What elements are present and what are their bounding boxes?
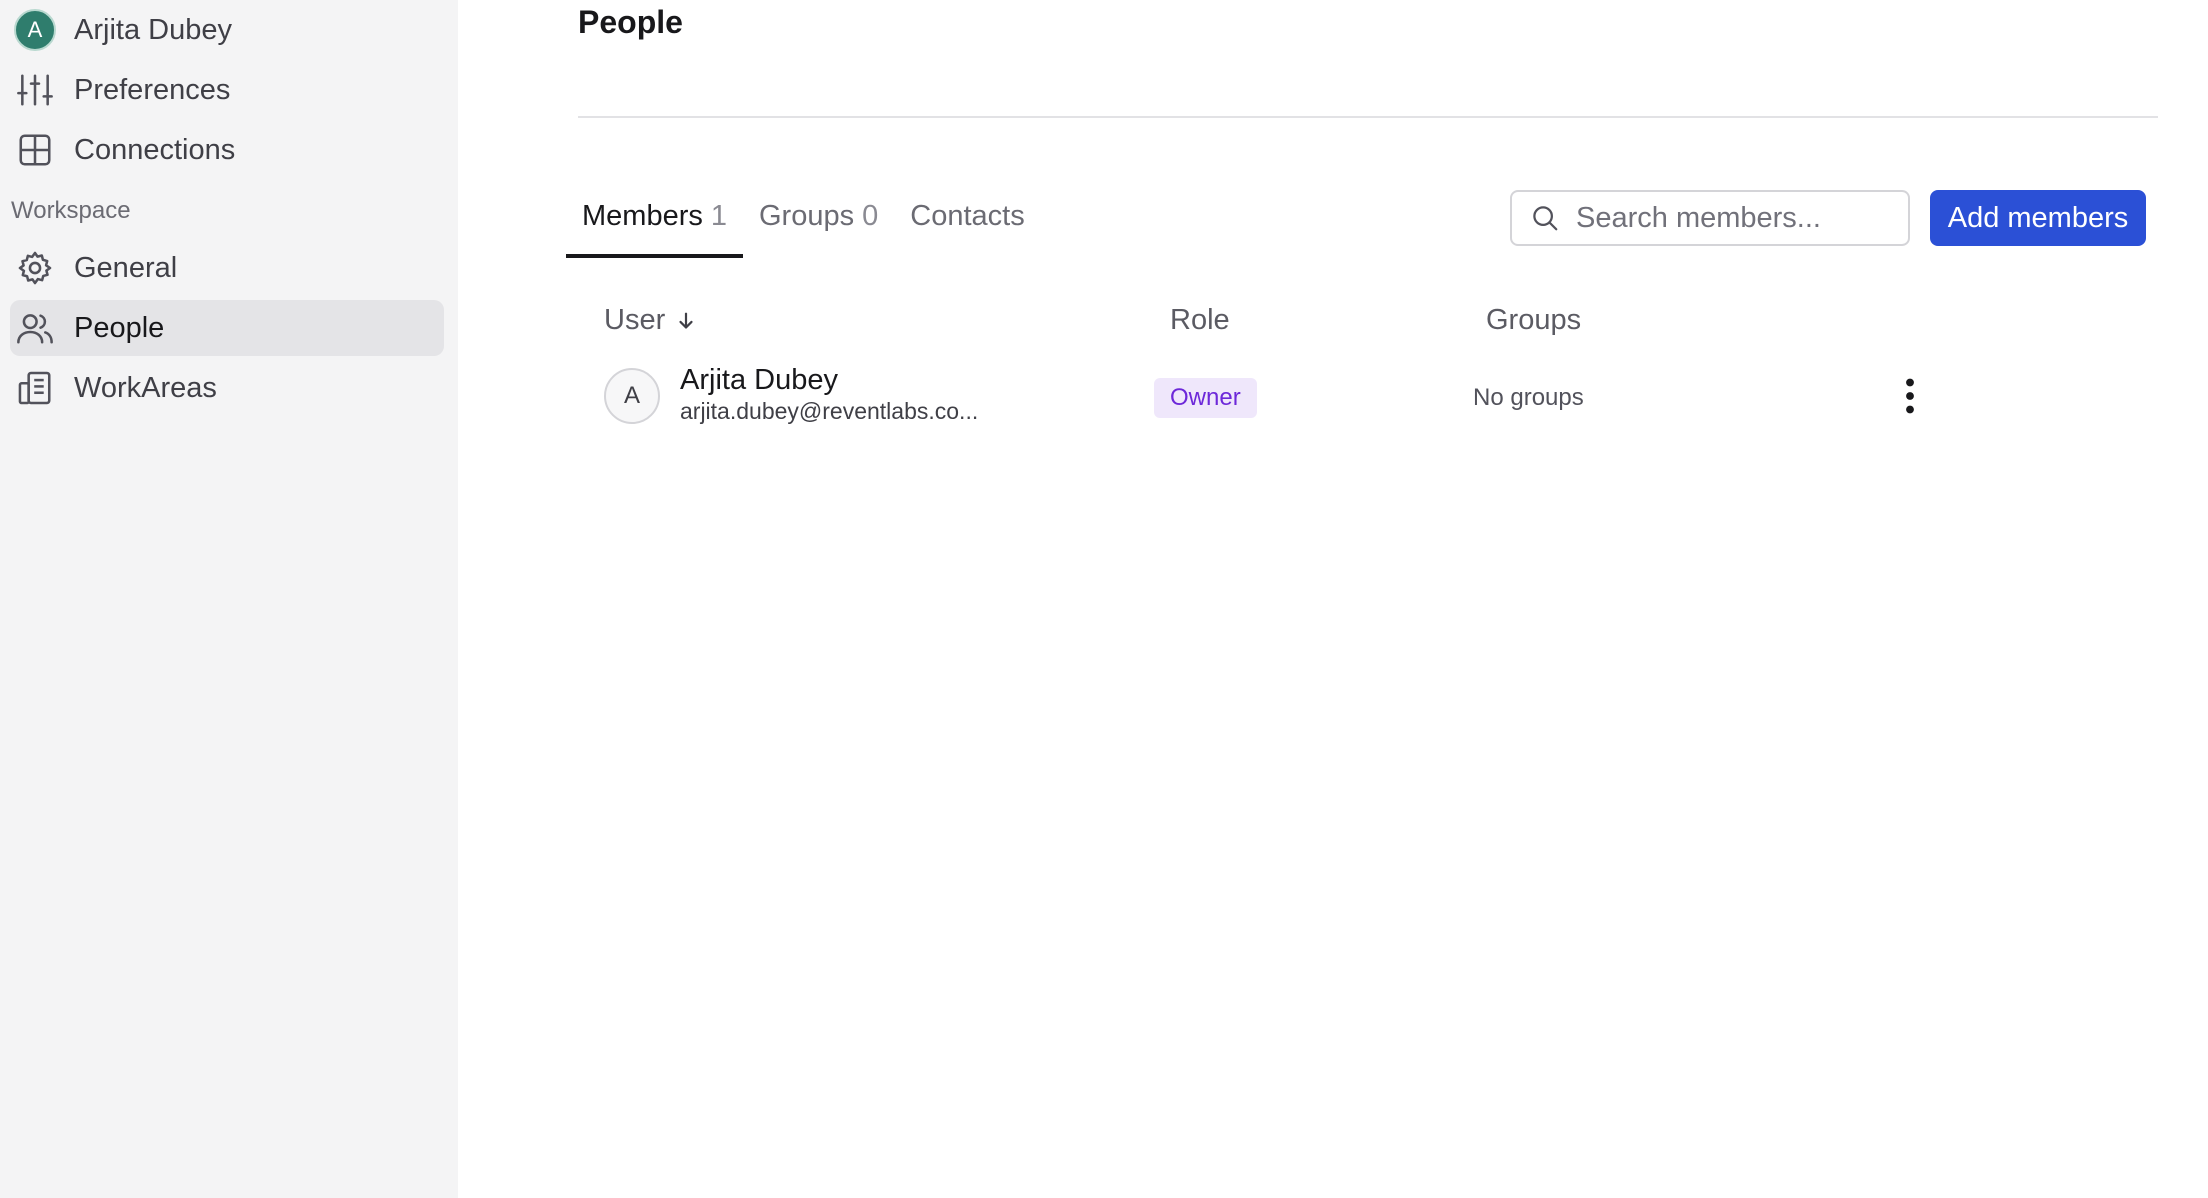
sidebar: A Arjita Dubey Preferences Connections W… (0, 0, 458, 1198)
sidebar-item-preferences[interactable]: Preferences (10, 62, 444, 118)
tab-count: 1 (710, 200, 727, 232)
member-groups: No groups (1473, 384, 1584, 411)
add-members-button[interactable]: Add members (1930, 190, 2146, 246)
search-input[interactable] (1576, 201, 1896, 235)
more-options-button[interactable] (1890, 376, 1930, 416)
tab-label: Members (582, 200, 703, 232)
kebab-menu-icon (1906, 378, 1914, 414)
sidebar-item-account[interactable]: A Arjita Dubey (10, 2, 444, 58)
tab-label: Groups (759, 200, 855, 232)
tab-members[interactable]: Members 1 (566, 192, 743, 258)
column-header-label: User (604, 304, 666, 336)
tab-count: 0 (862, 200, 879, 232)
building-icon (14, 367, 56, 409)
tab-contacts[interactable]: Contacts (894, 192, 1040, 258)
main-content: People Members 1 Groups 0 Contacts Add m… (458, 0, 2208, 1198)
sidebar-item-connections[interactable]: Connections (10, 122, 444, 178)
tab-label: Contacts (910, 200, 1025, 232)
user-avatar-letter: A (14, 9, 56, 51)
sidebar-item-label: WorkAreas (74, 371, 217, 404)
app-window: A Arjita Dubey Preferences Connections W… (0, 0, 2208, 1198)
avatar: A (14, 9, 56, 51)
column-header-label: Groups (1486, 304, 1582, 336)
search-icon (1533, 206, 1558, 231)
sliders-icon (14, 69, 56, 111)
column-header-user[interactable]: User (604, 304, 697, 337)
sidebar-item-label: Preferences (74, 73, 231, 106)
tab-groups[interactable]: Groups 0 (743, 192, 894, 258)
arrow-down-icon (679, 312, 693, 329)
sidebar-item-label: General (74, 251, 178, 284)
avatar: A (604, 368, 660, 424)
sidebar-item-label: Arjita Dubey (74, 13, 232, 46)
member-name: Arjita Dubey (680, 364, 838, 396)
column-header-groups: Groups (1486, 304, 1581, 337)
column-header-label: Role (1170, 304, 1230, 336)
role-badge[interactable]: Owner (1154, 378, 1257, 418)
grid-icon (14, 129, 56, 171)
people-icon (14, 307, 56, 349)
search-box[interactable] (1510, 190, 1910, 246)
sidebar-item-general[interactable]: General (10, 240, 444, 296)
sidebar-item-label: People (74, 311, 165, 344)
column-header-role: Role (1170, 304, 1230, 337)
sidebar-section-label: Workspace (11, 197, 131, 224)
gear-icon (14, 247, 56, 289)
header-divider (578, 116, 2158, 118)
sidebar-item-workareas[interactable]: WorkAreas (10, 360, 444, 416)
sidebar-item-people[interactable]: People (10, 300, 444, 356)
member-email: arjita.dubey@reventlabs.co... (680, 398, 979, 424)
sidebar-item-label: Connections (74, 133, 236, 166)
tab-bar: Members 1 Groups 0 Contacts (566, 192, 1041, 258)
page-title: People (578, 4, 683, 40)
